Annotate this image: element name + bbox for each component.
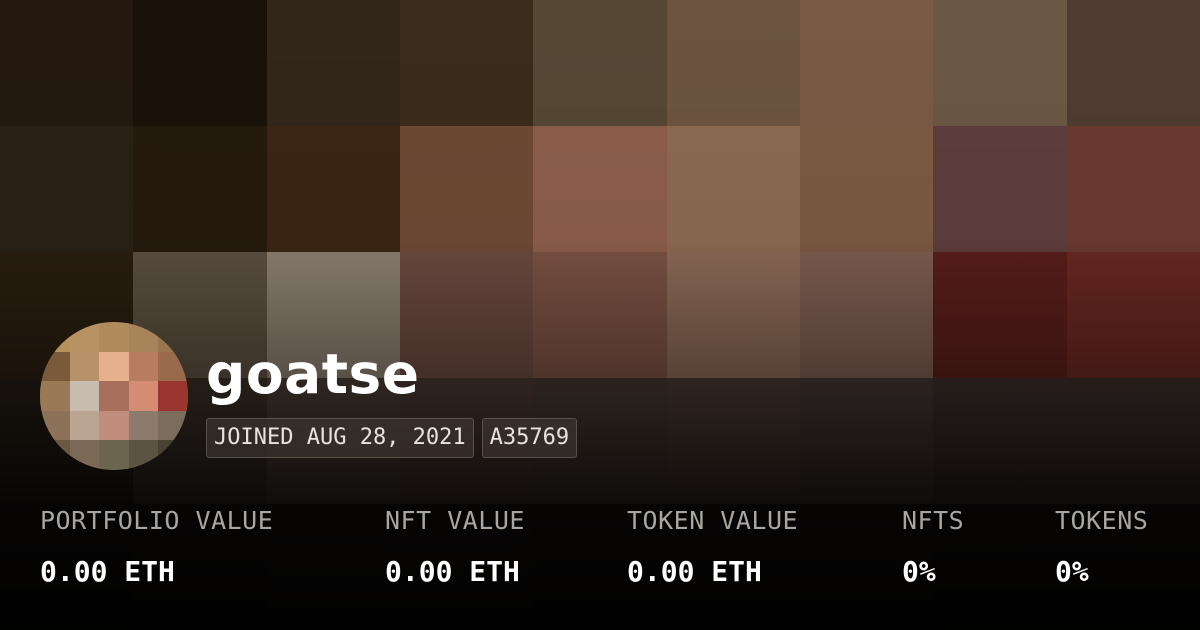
- nft-value-stat: NFT VALUE 0.00 ETH: [385, 502, 525, 592]
- avatar-mosaic-tile: [99, 381, 129, 411]
- portfolio-value-label: PORTFOLIO VALUE: [40, 506, 274, 535]
- avatar-mosaic-tile: [99, 410, 129, 441]
- avatar-mosaic-tile: [128, 410, 159, 441]
- avatar-mosaic-tile: [69, 410, 100, 441]
- avatar-mosaic-tile: [69, 322, 100, 352]
- profile-badges: JOINED AUG 28, 2021 A35769: [206, 418, 578, 458]
- portfolio-value-amount: 0.00 ETH: [40, 555, 175, 588]
- avatar-mosaic-tile: [40, 351, 70, 382]
- tokens-percent: 0%: [1055, 555, 1089, 588]
- avatar-mosaic-tile: [158, 381, 188, 411]
- tokens-stat: TOKENS 0%: [1055, 502, 1148, 592]
- profile-header: goatse JOINED AUG 28, 2021 A35769: [40, 320, 1160, 470]
- nfts-percent: 0%: [902, 555, 936, 588]
- tokens-label: TOKENS: [1055, 506, 1149, 535]
- avatar-mosaic-tile: [69, 440, 100, 470]
- avatar-mosaic-tile: [40, 381, 70, 411]
- avatar-mosaic-tile: [40, 440, 70, 470]
- avatar-mosaic-tile: [158, 322, 188, 352]
- nfts-stat: NFTS 0%: [902, 502, 964, 592]
- avatar-mosaic-tile: [99, 440, 129, 470]
- avatar-mosaic-tile: [158, 410, 188, 441]
- portfolio-value-stat: PORTFOLIO VALUE 0.00 ETH: [40, 502, 273, 592]
- avatar-mosaic-tile: [40, 410, 70, 441]
- avatar-mosaic-tile: [128, 351, 159, 382]
- nft-value-label: NFT VALUE: [385, 506, 525, 535]
- avatar-mosaic-tile: [99, 322, 129, 352]
- stats-row: PORTFOLIO VALUE 0.00 ETH NFT VALUE 0.00 …: [40, 502, 1180, 602]
- token-value-amount: 0.00 ETH: [627, 555, 762, 588]
- avatar-mosaic-tile: [69, 351, 100, 382]
- token-value-stat: TOKEN VALUE 0.00 ETH: [627, 502, 798, 592]
- avatar-mosaic-tile: [158, 440, 188, 470]
- avatar-mosaic-tile: [128, 440, 159, 470]
- joined-date-badge: JOINED AUG 28, 2021: [206, 418, 474, 458]
- avatar-mosaic-tile: [128, 381, 159, 411]
- nfts-label: NFTS: [902, 506, 965, 535]
- avatar-mosaic-tile: [69, 381, 100, 411]
- avatar-mosaic-tile: [40, 322, 70, 352]
- nft-value-amount: 0.00 ETH: [385, 555, 520, 588]
- avatar-mosaic-tile: [128, 322, 159, 352]
- avatar: [40, 322, 188, 470]
- account-id-badge: A35769: [481, 418, 578, 458]
- avatar-mosaic-tile: [158, 351, 188, 382]
- token-value-label: TOKEN VALUE: [627, 506, 799, 535]
- username-heading: goatse: [206, 342, 420, 406]
- avatar-mosaic-tile: [99, 351, 129, 382]
